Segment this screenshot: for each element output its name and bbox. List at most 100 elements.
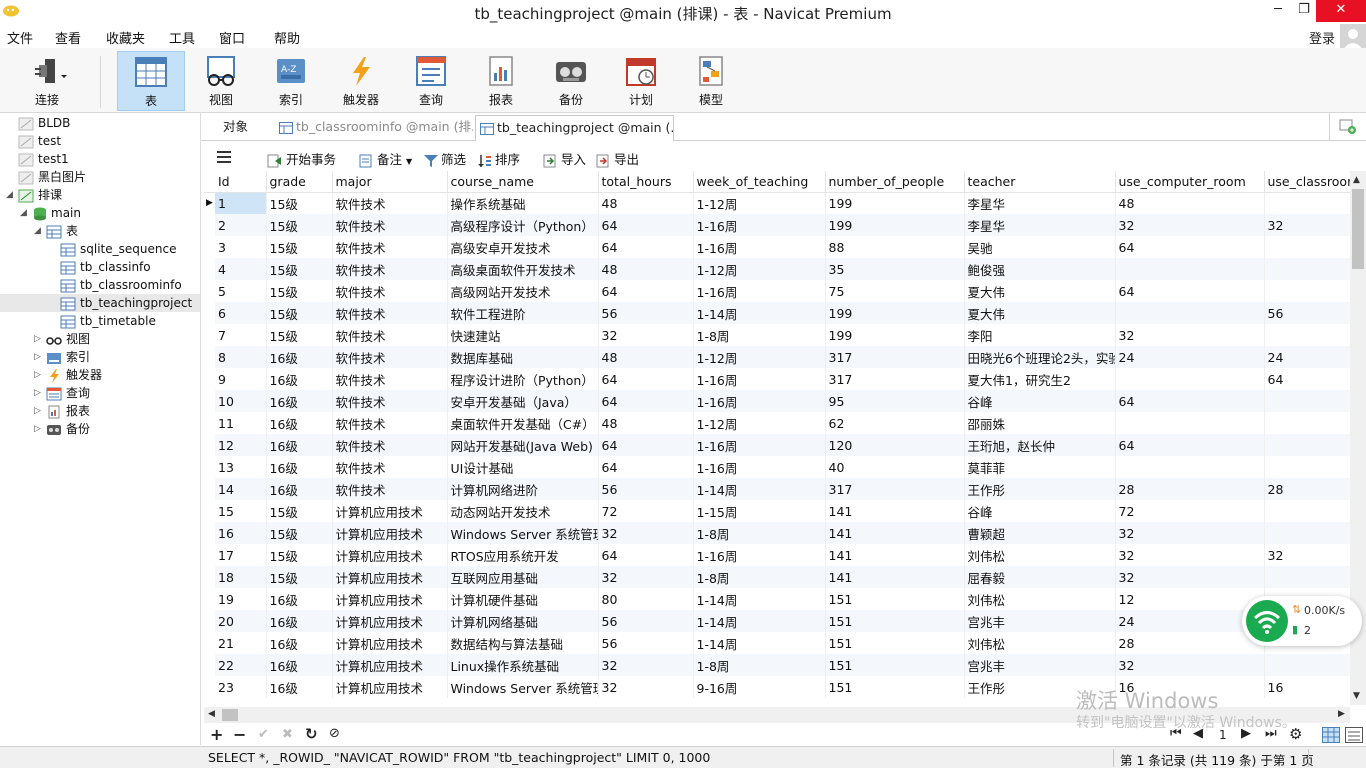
table-cell[interactable]: 软件技术 [332, 368, 448, 390]
table-cell[interactable]: 15级 [266, 214, 333, 236]
table-row[interactable]: 7 15级 软件技术 快速建站 32 1-8周 199 李阳 32 [204, 324, 1350, 346]
table-cell[interactable]: 1-14周 [693, 478, 826, 500]
table-cell[interactable]: Windows Server 系统管理 [447, 676, 599, 698]
delete-record-icon[interactable]: − [233, 725, 246, 744]
table-cell[interactable]: 48 [598, 192, 694, 214]
row-marker[interactable] [204, 390, 215, 412]
sort-button[interactable]: 排序 [477, 149, 520, 168]
table-row[interactable]: 15 15级 计算机应用技术 动态网站开发技术 72 1-15周 141 谷峰 72 [204, 500, 1350, 522]
table-cell[interactable]: 软件技术 [332, 456, 448, 478]
table-cell[interactable]: 16级 [266, 478, 333, 500]
table-cell[interactable]: 28 [1115, 478, 1265, 500]
connection-item[interactable]: test [18, 132, 61, 150]
table-cell[interactable]: 20 [215, 610, 267, 632]
table-cell[interactable]: 网站开发基础(Java Web) [447, 434, 599, 456]
table-row[interactable]: 20 16级 计算机应用技术 计算机网络基础 56 1-14周 151 宫兆丰 24 [204, 610, 1350, 632]
table-item[interactable]: tb_classroominfo [60, 276, 182, 294]
table-cell[interactable]: 软件技术 [332, 478, 448, 500]
menu-tools[interactable]: 工具 [169, 28, 195, 47]
table-cell[interactable]: 安卓开发基础（Java） [447, 390, 599, 412]
table-cell[interactable] [1115, 456, 1265, 478]
table-cell[interactable]: 23 [215, 676, 267, 698]
table-cell[interactable]: 鲍俊强 [964, 258, 1116, 280]
close-button[interactable]: ✕ [1316, 0, 1366, 22]
row-marker[interactable] [204, 588, 215, 610]
table-cell[interactable]: 151 [825, 588, 965, 610]
table-cell[interactable]: 1-16周 [693, 544, 826, 566]
table-row[interactable]: 22 16级 计算机应用技术 Linux操作系统基础 32 1-8周 151 宫兆丰 32 [204, 654, 1350, 676]
table-cell[interactable]: 软件技术 [332, 214, 448, 236]
connection-item[interactable]: 黑白图片 [18, 168, 86, 186]
table-cell[interactable]: 1-16周 [693, 236, 826, 258]
table-cell[interactable]: 6 [215, 302, 267, 324]
table-cell[interactable]: 64 [598, 434, 694, 456]
discard-icon[interactable]: ✖ [282, 727, 293, 742]
table-cell[interactable]: 16 [1264, 676, 1350, 698]
column-header[interactable]: grade [266, 171, 333, 193]
table-cell[interactable] [1264, 522, 1350, 544]
table-cell[interactable]: 刘伟松 [964, 544, 1116, 566]
table-cell[interactable]: 计算机应用技术 [332, 610, 448, 632]
table-cell[interactable]: 64 [598, 368, 694, 390]
row-marker[interactable] [204, 412, 215, 434]
table-cell[interactable] [1115, 412, 1265, 434]
table-cell[interactable]: 计算机硬件基础 [447, 588, 599, 610]
table-row[interactable]: 3 15级 软件技术 高级安卓开发技术 64 1-16周 88 吴驰 64 [204, 236, 1350, 258]
column-header[interactable]: major [332, 171, 448, 193]
table-cell[interactable]: 141 [825, 566, 965, 588]
table-cell[interactable]: 15级 [266, 500, 333, 522]
table-cell[interactable]: 62 [825, 412, 965, 434]
table-cell[interactable]: 李阳 [964, 324, 1116, 346]
table-cell[interactable]: 软件技术 [332, 324, 448, 346]
ribbon-report-button[interactable]: 报表 [468, 51, 534, 111]
table-cell[interactable]: 15级 [266, 522, 333, 544]
table-cell[interactable]: 16级 [266, 676, 333, 698]
table-cell[interactable]: 16级 [266, 654, 333, 676]
table-cell[interactable]: 28 [1264, 478, 1350, 500]
database-item[interactable]: main [33, 204, 81, 222]
table-cell[interactable]: 16级 [266, 588, 333, 610]
table-cell[interactable]: 13 [215, 456, 267, 478]
table-cell[interactable]: 16级 [266, 434, 333, 456]
table-cell[interactable]: 48 [598, 412, 694, 434]
table-cell[interactable]: 14 [215, 478, 267, 500]
table-cell[interactable]: 1 [215, 192, 267, 214]
table-cell[interactable]: 数据结构与算法基础 [447, 632, 599, 654]
collapse-arrow-icon[interactable]: ◢ [34, 226, 41, 236]
expand-arrow-icon[interactable]: ▷ [34, 352, 41, 362]
table-cell[interactable]: 24 [1264, 346, 1350, 368]
table-item[interactable]: tb_timetable [60, 312, 156, 330]
table-cell[interactable]: 12 [215, 434, 267, 456]
table-cell[interactable]: 1-12周 [693, 258, 826, 280]
table-cell[interactable]: 数据库基础 [447, 346, 599, 368]
row-marker[interactable] [204, 566, 215, 588]
row-marker[interactable] [204, 544, 215, 566]
table-cell[interactable]: 32 [1115, 324, 1265, 346]
table-cell[interactable] [1264, 654, 1350, 676]
table-cell[interactable]: 64 [598, 280, 694, 302]
ribbon-model-button[interactable]: 模型 [678, 51, 744, 111]
table-cell[interactable]: 56 [598, 478, 694, 500]
network-speed-widget[interactable]: ⇅ 0.00K/s ▮ 2 [1242, 596, 1362, 646]
table-cell[interactable]: 24 [1115, 346, 1265, 368]
table-cell[interactable]: 刘伟松 [964, 588, 1116, 610]
table-cell[interactable] [1264, 434, 1350, 456]
column-header[interactable]: Id [215, 171, 267, 193]
table-cell[interactable]: 8 [215, 346, 267, 368]
table-cell[interactable]: 1-14周 [693, 302, 826, 324]
column-header[interactable]: course_name [447, 171, 599, 193]
ribbon-schedule-button[interactable]: 计划 [608, 51, 674, 111]
menu-file[interactable]: 文件 [7, 28, 33, 47]
row-marker[interactable] [204, 654, 215, 676]
table-cell[interactable]: 宫兆丰 [964, 654, 1116, 676]
table-cell[interactable]: 1-14周 [693, 588, 826, 610]
table-cell[interactable]: 李星华 [964, 192, 1116, 214]
table-cell[interactable]: 88 [825, 236, 965, 258]
ribbon-view-button[interactable]: 视图 [188, 51, 254, 111]
connection-item[interactable]: BLDB [18, 114, 70, 132]
table-cell[interactable]: 软件技术 [332, 302, 448, 324]
table-cell[interactable]: 1-14周 [693, 610, 826, 632]
row-marker[interactable] [204, 610, 215, 632]
table-cell[interactable]: 计算机网络基础 [447, 610, 599, 632]
table-cell[interactable]: 32 [1115, 566, 1265, 588]
